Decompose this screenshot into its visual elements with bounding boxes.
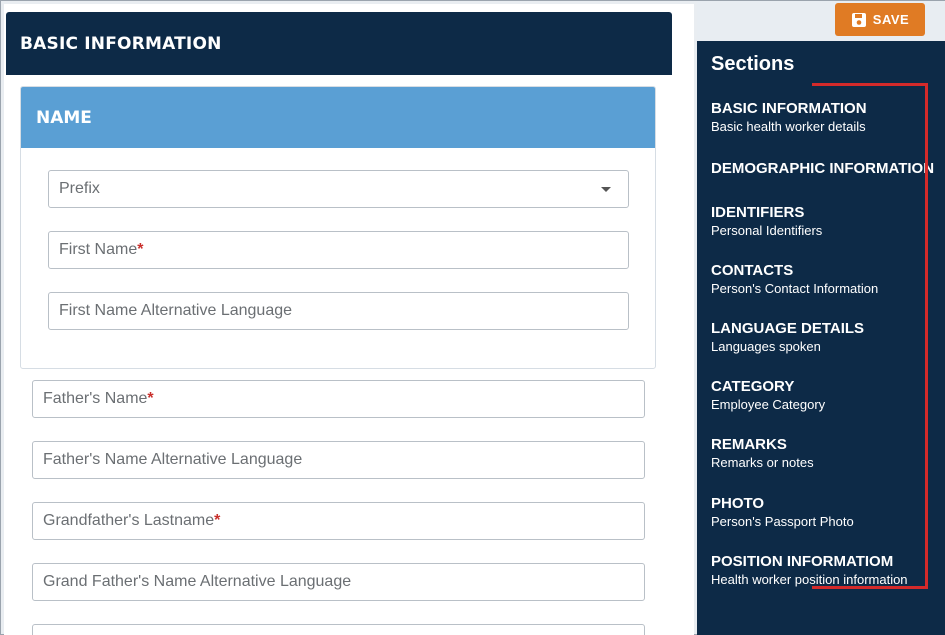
section-subtitle: Employee Category <box>711 397 826 412</box>
section-title: IDENTIFIERS <box>711 204 805 221</box>
grandfathers-name-alt-field[interactable]: Grand Father's Name Alternative Language <box>32 563 645 601</box>
name-card: NAME Prefix First Name* First Name Alter… <box>20 86 656 369</box>
section-title: LANGUAGE DETAILS <box>711 320 865 337</box>
section-title: CONTACTS <box>711 262 794 279</box>
grandfathers-name-alt-placeholder: Grand Father's Name Alternative Language <box>43 573 352 590</box>
section-subtitle: Person's Contact Information <box>711 281 879 296</box>
sections-title: Sections <box>711 53 795 75</box>
fathers-name-alt-field[interactable]: Father's Name Alternative Language <box>32 441 645 479</box>
toolbar: SAVE <box>697 1 945 41</box>
chevron-down-icon <box>601 187 611 192</box>
section-link-language-details[interactable]: LANGUAGE DETAILS Languages spoken <box>711 320 941 354</box>
fathers-name-placeholder: Father's Name <box>43 390 148 407</box>
section-link-photo[interactable]: PHOTO Person's Passport Photo <box>711 495 941 529</box>
first-name-placeholder: First Name <box>59 241 138 258</box>
section-link-identifiers[interactable]: IDENTIFIERS Personal Identifiers <box>711 204 941 238</box>
section-header-basic-information: BASIC INFORMATION <box>6 12 672 75</box>
section-link-contacts[interactable]: CONTACTS Person's Contact Information <box>711 262 941 296</box>
section-subtitle: Person's Passport Photo <box>711 514 854 529</box>
save-button[interactable]: SAVE <box>835 3 925 36</box>
section-title: POSITION INFORMATIOM <box>711 553 894 570</box>
save-icon <box>851 12 866 27</box>
section-link-position-information[interactable]: POSITION INFORMATIOM Health worker posit… <box>711 553 941 587</box>
name-card-title: NAME <box>21 87 655 148</box>
section-subtitle: Personal Identifiers <box>711 223 823 238</box>
grandfathers-lastname-placeholder: Grandfather's Lastname <box>43 512 215 529</box>
fathers-name-alt-placeholder: Father's Name Alternative Language <box>43 451 303 468</box>
section-subtitle: Basic health worker details <box>711 119 866 134</box>
prefix-placeholder: Prefix <box>59 180 100 197</box>
sections-sidebar: SAVE Sections BASIC INFORMATION Basic he… <box>697 1 945 635</box>
section-title: PHOTO <box>711 495 765 512</box>
required-mark: * <box>137 241 144 258</box>
save-label: SAVE <box>872 12 910 27</box>
required-mark: * <box>147 390 154 407</box>
section-link-demographic-information[interactable]: DEMOGRAPHIC INFORMATION <box>711 160 941 177</box>
first-name-alt-placeholder: First Name Alternative Language <box>59 302 293 319</box>
required-mark: * <box>214 512 221 529</box>
prefix-select[interactable]: Prefix <box>48 170 629 208</box>
first-name-alt-field[interactable]: First Name Alternative Language <box>48 292 629 330</box>
section-subtitle: Health worker position information <box>711 572 908 587</box>
section-title: REMARKS <box>711 436 787 453</box>
section-link-basic-information[interactable]: BASIC INFORMATION Basic health worker de… <box>711 100 941 134</box>
grandfathers-lastname-field[interactable]: Grandfather's Lastname* <box>32 502 645 540</box>
fathers-name-field[interactable]: Father's Name* <box>32 380 645 418</box>
section-title: BASIC INFORMATION <box>711 100 867 117</box>
form-panel: BASIC INFORMATION NAME Prefix First Name… <box>4 4 694 635</box>
section-subtitle: Remarks or notes <box>711 455 814 470</box>
section-link-category[interactable]: CATEGORY Employee Category <box>711 378 941 412</box>
section-link-remarks[interactable]: REMARKS Remarks or notes <box>711 436 941 470</box>
first-name-field[interactable]: First Name* <box>48 231 629 269</box>
next-field-partial[interactable] <box>32 624 645 635</box>
section-subtitle: Languages spoken <box>711 339 821 354</box>
section-title: DEMOGRAPHIC INFORMATION <box>711 160 935 177</box>
section-title: CATEGORY <box>711 378 795 395</box>
